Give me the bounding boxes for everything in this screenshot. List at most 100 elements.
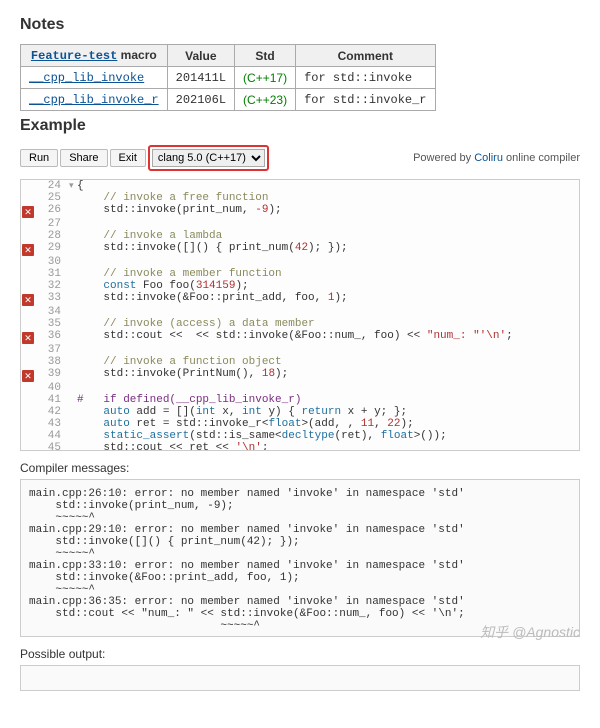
line-number: 32 (35, 280, 67, 292)
error-icon: ✕ (22, 206, 34, 218)
code-line: 35 // invoke (access) a data member (21, 318, 579, 330)
code-line: 40 (21, 382, 579, 394)
compiler-messages-box[interactable]: main.cpp:26:10: error: no member named '… (20, 479, 580, 637)
line-number: 43 (35, 418, 67, 430)
compiler-messages-label: Compiler messages: (20, 461, 580, 475)
line-number: 41 (35, 394, 67, 406)
code-text: const Foo foo(314159); (77, 280, 579, 292)
exit-button[interactable]: Exit (110, 149, 146, 167)
macro-link[interactable]: __cpp_lib_invoke (29, 71, 144, 85)
watermark: 知乎 @Agnostic (480, 622, 580, 642)
table-row: __cpp_lib_invoke 201411L (C++17) for std… (21, 67, 436, 89)
feature-test-table: Feature-test macro Value Std Comment __c… (20, 44, 436, 111)
line-number: 26 (35, 204, 67, 216)
code-text: // invoke a free function (77, 192, 579, 204)
share-button[interactable]: Share (60, 149, 107, 167)
line-number: 42 (35, 406, 67, 418)
line-number: 31 (35, 268, 67, 280)
code-text: { (77, 180, 579, 192)
error-icon: ✕ (22, 370, 34, 382)
line-number: 37 (35, 344, 67, 356)
error-icon: ✕ (22, 294, 34, 306)
gutter-mark: ✕ (21, 242, 35, 256)
code-text: # if defined(__cpp_lib_invoke_r) (77, 394, 579, 406)
code-text: // invoke a member function (77, 268, 579, 280)
run-button[interactable]: Run (20, 149, 58, 167)
powered-by: Powered by Coliru online compiler (413, 152, 580, 164)
code-line: 28 // invoke a lambda (21, 230, 579, 242)
code-text: std::invoke(print_num, -9); (77, 204, 579, 216)
error-icon: ✕ (22, 332, 34, 344)
line-number: 39 (35, 368, 67, 380)
example-toolbar: Run Share Exit clang 5.0 (C++17) Powered… (20, 145, 580, 171)
code-line: 42 auto add = [](int x, int y) { return … (21, 406, 579, 418)
code-line: 45 std::cout << ret << '\n'; (21, 442, 579, 451)
code-text: std::cout << ret << '\n'; (77, 442, 579, 451)
compiler-select[interactable]: clang 5.0 (C++17) (152, 149, 265, 167)
macro-link[interactable]: __cpp_lib_invoke_r (29, 93, 159, 107)
possible-output-label: Possible output: (20, 647, 580, 661)
notes-heading: Notes (20, 16, 580, 34)
line-number: 30 (35, 256, 67, 268)
gutter-mark: ✕ (21, 368, 35, 382)
code-line: 34 (21, 306, 579, 318)
code-text: // invoke (access) a data member (77, 318, 579, 330)
macro-value: 201411L (167, 67, 234, 89)
code-line: ✕26 std::invoke(print_num, -9); (21, 204, 579, 218)
code-line: 31 // invoke a member function (21, 268, 579, 280)
code-text: // invoke a function object (77, 356, 579, 368)
line-number: 25 (35, 192, 67, 204)
th-std: Std (235, 45, 296, 67)
gutter-mark: ✕ (21, 330, 35, 344)
code-line: ✕33 std::invoke(&Foo::print_add, foo, 1)… (21, 292, 579, 306)
th-comment: Comment (296, 45, 435, 67)
code-line: 27 (21, 218, 579, 230)
line-number: 29 (35, 242, 67, 254)
code-text: // invoke a lambda (77, 230, 579, 242)
macro-value: 202106L (167, 89, 234, 111)
code-line: ✕39 std::invoke(PrintNum(), 18); (21, 368, 579, 382)
coliru-link[interactable]: Coliru (474, 152, 503, 164)
code-line: 44 static_assert(std::is_same<decltype(r… (21, 430, 579, 442)
compiler-select-wrap: clang 5.0 (C++17) (148, 145, 269, 171)
macro-std: (C++17) (235, 67, 296, 89)
code-text: std::invoke(PrintNum(), 18); (77, 368, 579, 380)
code-line: 38 // invoke a function object (21, 356, 579, 368)
code-line: 30 (21, 256, 579, 268)
fold-icon[interactable]: ▾ (67, 180, 77, 191)
code-editor[interactable]: 24▾{25 // invoke a free function✕26 std:… (20, 179, 580, 451)
code-line: 37 (21, 344, 579, 356)
code-text: std::invoke(&Foo::print_add, foo, 1); (77, 292, 579, 304)
line-number: 33 (35, 292, 67, 304)
code-line: ✕36 std::cout << << std::invoke(&Foo::nu… (21, 330, 579, 344)
macro-comment: for std::invoke (296, 67, 435, 89)
code-text: std::cout << << std::invoke(&Foo::num_, … (77, 330, 579, 342)
code-line: 25 // invoke a free function (21, 192, 579, 204)
code-text: static_assert(std::is_same<decltype(ret)… (77, 430, 579, 442)
example-heading: Example (20, 117, 580, 135)
th-macro: Feature-test macro (21, 45, 168, 67)
gutter-mark: ✕ (21, 292, 35, 306)
error-icon: ✕ (22, 244, 34, 256)
macro-std: (C++23) (235, 89, 296, 111)
table-row: __cpp_lib_invoke_r 202106L (C++23) for s… (21, 89, 436, 111)
line-number: 38 (35, 356, 67, 368)
line-number: 44 (35, 430, 67, 442)
code-text: auto add = [](int x, int y) { return x +… (77, 406, 579, 418)
line-number: 35 (35, 318, 67, 330)
code-line: 24▾{ (21, 180, 579, 192)
macro-comment: for std::invoke_r (296, 89, 435, 111)
gutter-mark: ✕ (21, 204, 35, 218)
feature-test-link[interactable]: Feature-test (31, 49, 117, 63)
line-number: 45 (35, 442, 67, 451)
line-number: 28 (35, 230, 67, 242)
line-number: 40 (35, 382, 67, 394)
code-line: ✕29 std::invoke([]() { print_num(42); })… (21, 242, 579, 256)
code-text: std::invoke([]() { print_num(42); }); (77, 242, 579, 254)
code-line: 32 const Foo foo(314159); (21, 280, 579, 292)
possible-output-box (20, 665, 580, 691)
line-number: 27 (35, 218, 67, 230)
code-text: auto ret = std::invoke_r<float>(add, , 1… (77, 418, 579, 430)
line-number: 24 (35, 180, 67, 192)
th-value: Value (167, 45, 234, 67)
